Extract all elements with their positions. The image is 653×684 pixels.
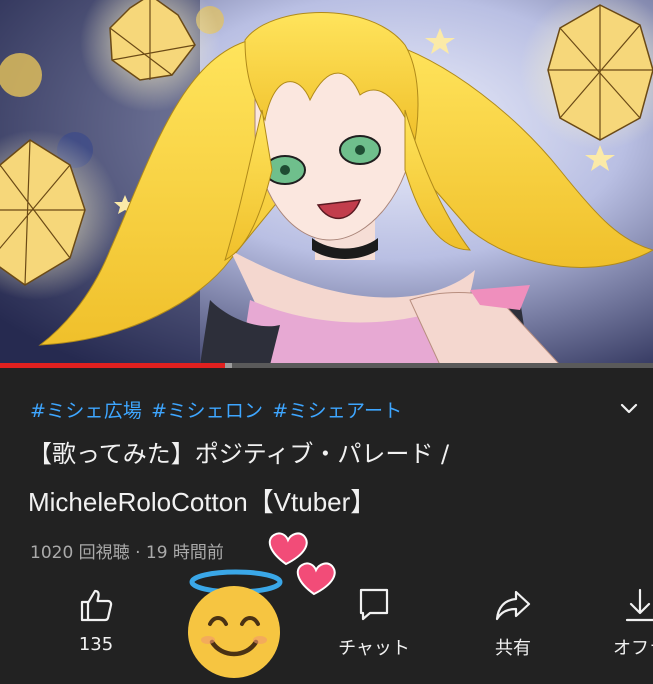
chevron-down-icon[interactable] xyxy=(615,394,643,422)
hashtag-link[interactable]: #ミシェ広場 xyxy=(30,400,142,422)
video-details: #ミシェ広場 #ミシェロン #ミシェアート 【歌ってみた】ポジティブ・パレード / … xyxy=(0,368,653,680)
video-title-line-1: 【歌ってみた】ポジティブ・パレード / xyxy=(28,440,450,468)
video-thumbnail xyxy=(0,0,653,365)
like-count: 135 xyxy=(78,634,114,655)
offline-label: オフラ xyxy=(613,638,653,659)
share-label: 共有 xyxy=(495,638,531,659)
hashtag-row: #ミシェ広場 #ミシェロン #ミシェアート xyxy=(30,396,411,423)
share-button[interactable]: 共有 xyxy=(453,580,573,660)
thumbs-up-icon xyxy=(36,580,156,624)
video-player[interactable] xyxy=(0,0,653,365)
hashtag-link[interactable]: #ミシェロン xyxy=(151,400,263,422)
share-arrow-icon xyxy=(453,580,573,624)
view-count-and-date: 1020 回視聴 · 19 時間前 xyxy=(30,543,224,563)
offline-button[interactable]: オフラ xyxy=(580,580,653,660)
smiling-face-with-halo-icon xyxy=(186,568,286,680)
download-icon xyxy=(580,580,653,624)
video-title[interactable]: 【歌ってみた】ポジティブ・パレード / MicheleRoloCotton【Vt… xyxy=(28,436,628,520)
video-title-line-2: MicheleRoloCotton【Vtuber】 xyxy=(28,487,377,517)
like-button[interactable]: 135 xyxy=(36,580,156,655)
chat-label: チャット xyxy=(338,638,410,659)
hashtag-link[interactable]: #ミシェアート xyxy=(272,400,402,422)
